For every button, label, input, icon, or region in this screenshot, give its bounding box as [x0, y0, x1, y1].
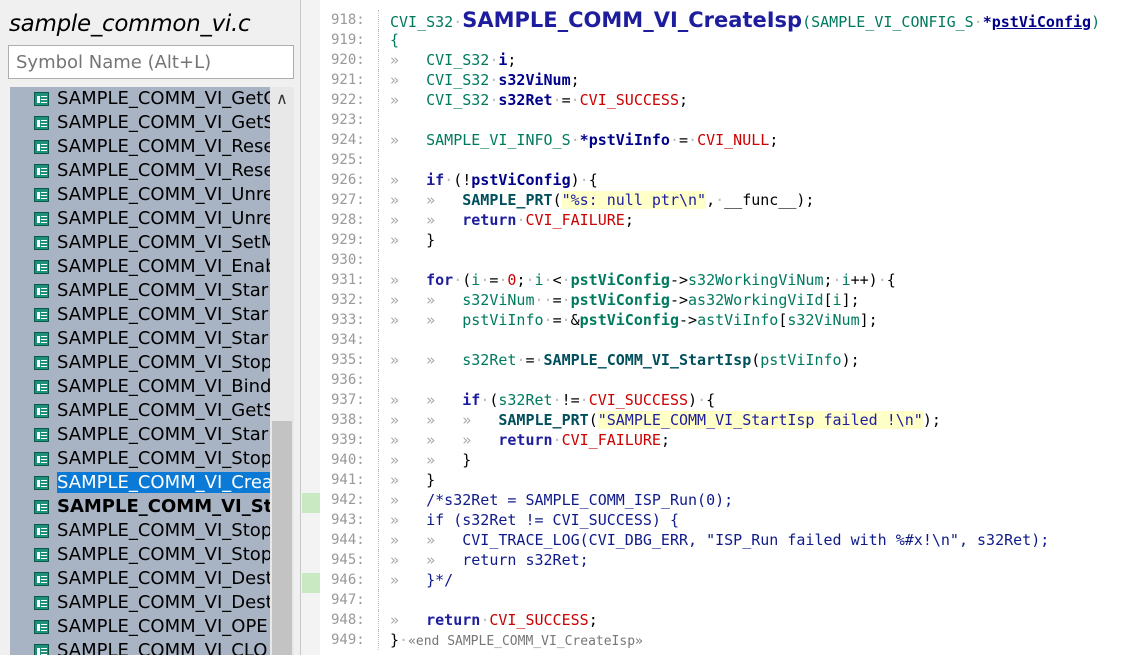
function-symbol-icon: [34, 452, 49, 466]
symbol-list-item[interactable]: SAMPLE_COMM_VI_Unre: [10, 207, 270, 231]
symbol-name: SAMPLE_COMM_VI_Star: [57, 304, 269, 325]
function-symbol-icon: [34, 140, 49, 154]
symbol-list-item[interactable]: SAMPLE_COMM_VI_Bind: [10, 375, 270, 399]
symbol-list-item[interactable]: SAMPLE_COMM_VI_Star: [10, 423, 270, 447]
symbol-name: SAMPLE_COMM_VI_Unre: [57, 208, 270, 229]
symbol-name: SAMPLE_COMM_VI_CLO: [57, 640, 268, 655]
code-editor[interactable]: 918: CVI_S32·SAMPLE_COMM_VI_CreateIsp(SAM…: [301, 0, 1143, 655]
symbol-name: SAMPLE_COMM_VI_SetM: [57, 232, 270, 253]
function-symbol-icon: [34, 260, 49, 274]
change-marker: [302, 573, 320, 593]
function-symbol-icon: [34, 644, 49, 655]
function-name[interactable]: SAMPLE_COMM_VI_CreateIsp: [462, 8, 802, 32]
symbol-name: SAMPLE_COMM_VI_Rese: [57, 136, 270, 157]
symbol-list-item[interactable]: SAMPLE_COMM_VI_Unre: [10, 183, 270, 207]
symbol-list-item[interactable]: SAMPLE_COMM_VI_Rese: [10, 159, 270, 183]
symbol-list-item[interactable]: SAMPLE_COMM_VI_Crea: [10, 471, 270, 495]
symbol-list-scrollbar[interactable]: ∧: [270, 87, 294, 655]
symbol-list-item[interactable]: SAMPLE_COMM_VI_Rese: [10, 135, 270, 159]
symbol-name: SAMPLE_COMM_VI_Star: [57, 424, 269, 445]
symbol-name: SAMPLE_COMM_VI_Bind: [57, 376, 270, 397]
function-symbol-icon: [34, 236, 49, 250]
function-symbol-icon: [34, 164, 49, 178]
symbol-name: SAMPLE_COMM_VI_GetS: [57, 400, 270, 421]
symbol-name: SAMPLE_COMM_VI_Stop: [57, 544, 270, 565]
symbol-name: SAMPLE_COMM_VI_Stop: [57, 448, 270, 469]
symbol-name: SAMPLE_COMM_VI_Sta: [57, 496, 270, 517]
symbol-name: SAMPLE_COMM_VI_Star: [57, 328, 269, 349]
symbol-list-item[interactable]: SAMPLE_COMM_VI_Stop: [10, 447, 270, 471]
symbol-name: SAMPLE_COMM_VI_Rese: [57, 160, 270, 181]
scrollbar-thumb[interactable]: [272, 421, 292, 655]
symbol-name: SAMPLE_COMM_VI_OPE: [57, 616, 268, 637]
symbol-list: SAMPLE_COMM_VI_GetC SAMPLE_COMM_VI_GetS SA…: [10, 87, 270, 655]
symbol-name: SAMPLE_COMM_VI_Stop: [57, 352, 270, 373]
line-number: 918:: [331, 12, 365, 28]
change-marker: [302, 493, 320, 513]
function-symbol-icon: [34, 548, 49, 562]
symbol-list-item[interactable]: SAMPLE_COMM_VI_Star: [10, 279, 270, 303]
symbol-list-item[interactable]: SAMPLE_COMM_VI_Enab: [10, 255, 270, 279]
symbol-name: SAMPLE_COMM_VI_Unre: [57, 184, 270, 205]
symbol-name: SAMPLE_COMM_VI_GetS: [57, 112, 270, 133]
symbol-list-item[interactable]: SAMPLE_COMM_VI_Dest: [10, 567, 270, 591]
end-function-comment: «end SAMPLE_COMM_VI_CreateIsp»: [408, 634, 643, 649]
function-symbol-icon: [34, 620, 49, 634]
function-symbol-icon: [34, 332, 49, 346]
symbol-name: SAMPLE_COMM_VI_Crea: [57, 472, 270, 493]
symbol-name: SAMPLE_COMM_VI_Dest: [57, 592, 270, 613]
function-symbol-icon: [34, 188, 49, 202]
symbol-name: SAMPLE_COMM_VI_GetC: [57, 88, 270, 109]
symbol-list-item[interactable]: SAMPLE_COMM_VI_GetS: [10, 399, 270, 423]
function-symbol-icon: [34, 500, 49, 514]
symbol-search-input[interactable]: [8, 45, 294, 79]
symbol-name: SAMPLE_COMM_VI_Enab: [57, 256, 270, 277]
symbol-list-item[interactable]: SAMPLE_COMM_VI_SetM: [10, 231, 270, 255]
symbol-list-item[interactable]: SAMPLE_COMM_VI_OPE: [10, 615, 270, 639]
symbol-list-item[interactable]: SAMPLE_COMM_VI_CLO: [10, 639, 270, 655]
function-symbol-icon: [34, 92, 49, 106]
function-symbol-icon: [34, 572, 49, 586]
function-symbol-icon: [34, 212, 49, 226]
symbol-list-item[interactable]: SAMPLE_COMM_VI_Star: [10, 327, 270, 351]
function-symbol-icon: [34, 428, 49, 442]
scroll-up-chevron-icon[interactable]: ∧: [270, 87, 294, 111]
symbol-list-item[interactable]: SAMPLE_COMM_VI_Stop: [10, 519, 270, 543]
function-symbol-icon: [34, 380, 49, 394]
function-symbol-icon: [34, 308, 49, 322]
symbol-list-item[interactable]: SAMPLE_COMM_VI_Stop: [10, 351, 270, 375]
change-gutter: [301, 0, 320, 655]
function-symbol-icon: [34, 404, 49, 418]
function-symbol-icon: [34, 476, 49, 490]
function-symbol-icon: [34, 284, 49, 298]
symbol-list-item[interactable]: SAMPLE_COMM_VI_Stop: [10, 543, 270, 567]
symbol-name: SAMPLE_COMM_VI_Dest: [57, 568, 270, 589]
symbol-list-item[interactable]: SAMPLE_COMM_VI_Dest: [10, 591, 270, 615]
function-symbol-icon: [34, 524, 49, 538]
symbol-list-item[interactable]: SAMPLE_COMM_VI_GetC: [10, 87, 270, 111]
symbol-list-item[interactable]: SAMPLE_COMM_VI_Star: [10, 303, 270, 327]
function-symbol-icon: [34, 116, 49, 130]
symbol-list-item[interactable]: SAMPLE_COMM_VI_Sta: [10, 495, 270, 519]
symbol-name: SAMPLE_COMM_VI_Stop: [57, 520, 270, 541]
file-title: sample_common_vi.c: [9, 11, 251, 37]
symbol-list-item[interactable]: SAMPLE_COMM_VI_GetS: [10, 111, 270, 135]
function-symbol-icon: [34, 596, 49, 610]
symbol-panel: sample_common_vi.c SAMPLE_COMM_VI_GetCSA…: [0, 0, 301, 655]
function-symbol-icon: [34, 356, 49, 370]
symbol-name: SAMPLE_COMM_VI_Star: [57, 280, 269, 301]
